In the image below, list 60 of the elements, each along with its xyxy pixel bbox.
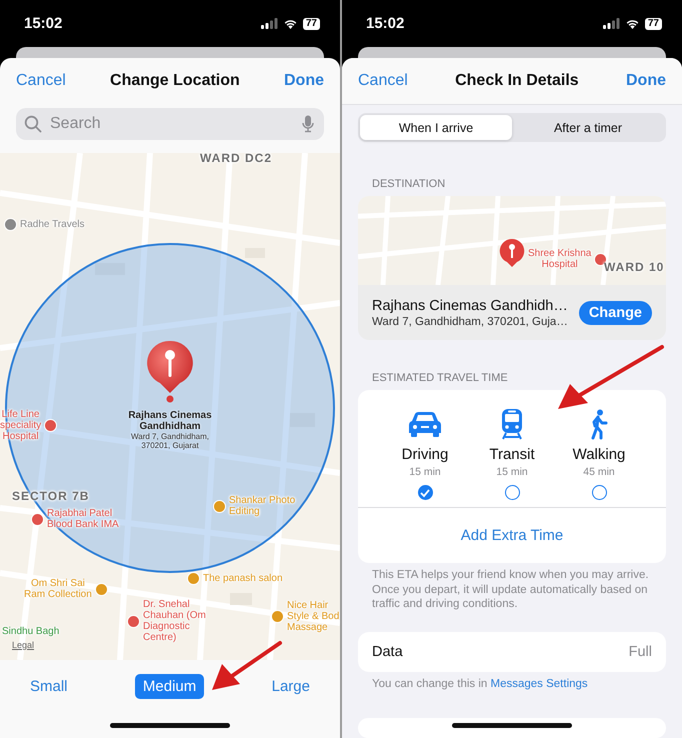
segment-tab[interactable]: After a timer bbox=[512, 115, 664, 140]
data-label: Data bbox=[372, 644, 403, 660]
radio-button[interactable] bbox=[592, 485, 606, 500]
signal-icon bbox=[260, 18, 278, 29]
battery-icon: 77 bbox=[644, 18, 662, 30]
search-input[interactable]: Search bbox=[48, 114, 296, 134]
travel-mode-name: Transit bbox=[489, 446, 535, 463]
wifi-icon bbox=[282, 18, 298, 29]
place-label[interactable]: Dr. Snehal Chauhan (Om Diagnostic Centre) bbox=[143, 599, 206, 643]
cancel-button[interactable]: Cancel bbox=[358, 72, 408, 90]
radius-option[interactable]: Small bbox=[22, 674, 76, 699]
data-row[interactable]: Data Full bbox=[358, 632, 666, 672]
done-button[interactable]: Done bbox=[284, 72, 324, 90]
place-label: Shree Krishna Hospital bbox=[528, 248, 592, 270]
cancel-button[interactable]: Cancel bbox=[16, 72, 66, 90]
map-pin-icon bbox=[499, 238, 525, 268]
section-header: ESTIMATED TRAVEL TIME bbox=[371, 372, 509, 384]
section-header: DESTINATION bbox=[371, 178, 446, 190]
map-pin-icon bbox=[145, 339, 195, 403]
destination-name: Rajhans Cinemas Gandhidh… bbox=[372, 298, 569, 314]
search-icon bbox=[24, 115, 42, 133]
settings-note: You can change this in Messages Settings bbox=[371, 676, 589, 690]
data-value: Full bbox=[628, 644, 652, 660]
add-extra-time-button[interactable]: Add Extra Time bbox=[358, 508, 666, 563]
radio-button[interactable] bbox=[418, 485, 432, 500]
area-label: WARD 10 bbox=[604, 260, 664, 274]
status-time: 15:02 bbox=[366, 15, 404, 32]
train-icon bbox=[500, 408, 524, 440]
place-label[interactable]: Nice Hair Style & Bod Massage bbox=[287, 600, 340, 633]
place-label[interactable]: Sindhu Bagh bbox=[2, 626, 60, 637]
footnote-text: This ETA helps your friend know when you may arrive. Once you depart, it will update automatically based on traffic and driving conditions. bbox=[371, 568, 650, 612]
place-name: Rajhans Cinemas Gandhidham bbox=[128, 410, 212, 432]
radio-button[interactable] bbox=[504, 485, 520, 500]
travel-time: 15 min bbox=[496, 466, 528, 478]
sheet-title: Change Location bbox=[110, 72, 240, 90]
sheet-title: Check In Details bbox=[455, 72, 579, 90]
travel-mode-name: Walking bbox=[572, 446, 626, 463]
microphone-icon[interactable] bbox=[302, 115, 314, 133]
travel-time: 45 min bbox=[583, 466, 615, 478]
messages-settings-link[interactable]: Messages Settings bbox=[490, 678, 588, 690]
destination-address: Ward 7, Gandhidham, 370201, Guja… bbox=[372, 316, 569, 328]
done-button[interactable]: Done bbox=[626, 72, 666, 90]
place-label[interactable]: The panash salon bbox=[203, 573, 283, 584]
travel-mode-name: Driving bbox=[402, 446, 448, 463]
walking-person-icon bbox=[589, 408, 609, 440]
travel-time: 15 min bbox=[409, 466, 441, 478]
area-label: WARD DC2 bbox=[200, 153, 272, 165]
battery-icon: 77 bbox=[302, 18, 320, 30]
radius-option[interactable]: Large bbox=[264, 674, 318, 699]
place-label[interactable]: Radhe Travels bbox=[20, 219, 84, 230]
search-field[interactable]: Search bbox=[16, 108, 324, 140]
legal-link[interactable]: Legal bbox=[12, 640, 34, 650]
status-time: 15:02 bbox=[24, 15, 62, 32]
place-address: Ward 7, Gandhidham, 370201, Gujarat bbox=[131, 432, 209, 450]
change-button[interactable]: Change bbox=[578, 300, 652, 324]
signal-icon bbox=[602, 18, 620, 29]
place-label[interactable]: Om Shri Sai Ram Collection bbox=[24, 578, 92, 600]
wifi-icon bbox=[624, 18, 640, 29]
radius-option[interactable]: Medium bbox=[134, 674, 204, 699]
segment-tab[interactable]: When I arrive bbox=[360, 115, 512, 140]
